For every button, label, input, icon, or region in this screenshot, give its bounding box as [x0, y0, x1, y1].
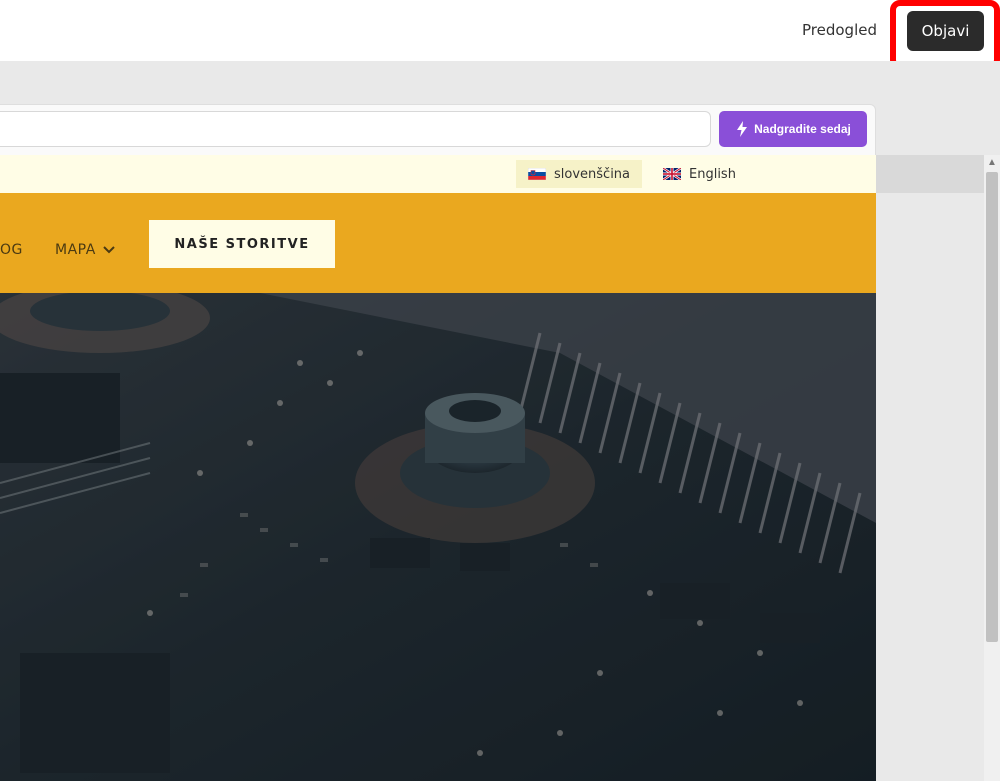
chevron-down-icon	[103, 246, 115, 254]
language-english[interactable]: English	[651, 160, 748, 188]
slovenia-flag-icon	[528, 168, 546, 180]
language-label: slovenščina	[554, 166, 631, 182]
publish-button[interactable]: Objavi	[907, 11, 984, 51]
upgrade-button[interactable]: Nadgradite sedaj	[719, 111, 867, 147]
nav-item-mapa[interactable]: MAPA	[55, 242, 116, 258]
nav-item-label: MAPA	[55, 242, 96, 258]
website-preview: slovenščina English OG MAPA NAŠE STORITV…	[0, 155, 876, 781]
scrollbar-thumb[interactable]	[986, 172, 998, 642]
site-navigation: OG MAPA NAŠE STORITVE	[0, 193, 876, 293]
services-cta-button[interactable]: NAŠE STORITVE	[149, 220, 335, 268]
lightning-icon	[737, 121, 748, 137]
language-bar: slovenščina English	[0, 155, 876, 193]
preview-button[interactable]: Predogled	[790, 14, 889, 46]
nav-item-blog[interactable]: OG	[0, 242, 23, 258]
language-label: English	[689, 166, 736, 182]
canvas-right-margin	[876, 155, 984, 781]
editor-topbar: Predogled Objavi	[0, 0, 1000, 70]
uk-flag-icon	[663, 168, 681, 180]
hero-circuit-board-image	[0, 293, 876, 781]
canvas-right-margin-top	[876, 155, 984, 193]
upgrade-button-label: Nadgradite sedaj	[754, 122, 851, 136]
url-field[interactable]	[0, 111, 711, 147]
language-slovenian[interactable]: slovenščina	[516, 160, 643, 188]
scroll-up-arrow-icon[interactable]: ▲	[984, 155, 1000, 171]
